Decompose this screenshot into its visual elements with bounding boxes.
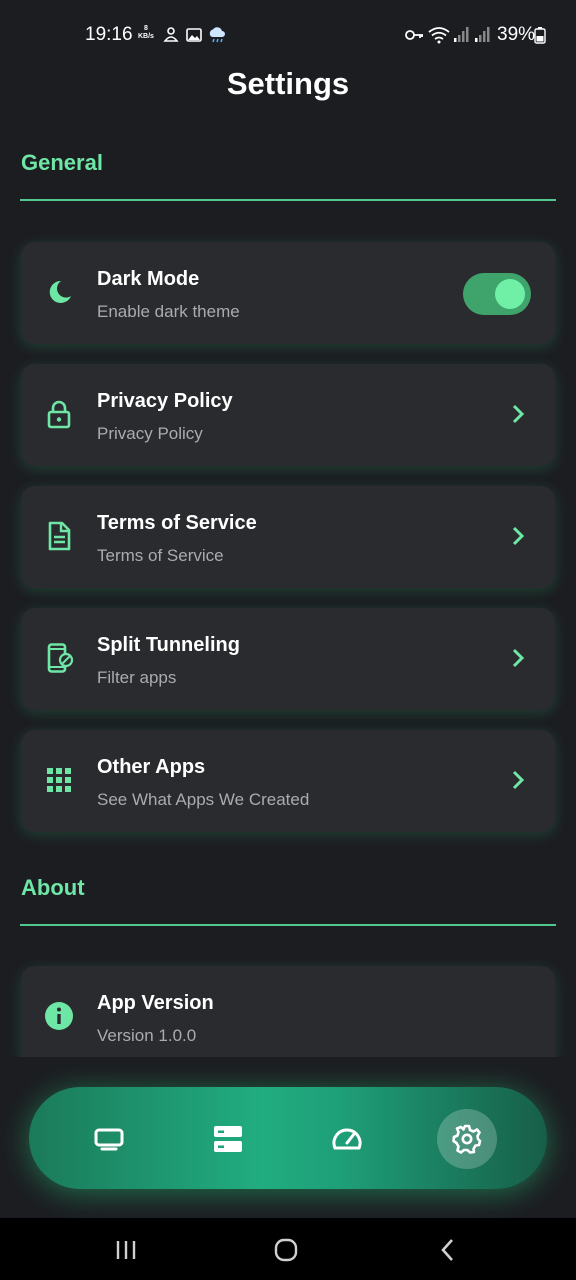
settings-screen: 19:16 8 KB/s 39% Settings General Dark M… xyxy=(0,0,576,1280)
privacy-policy-title: Privacy Policy xyxy=(97,390,233,412)
split-tunneling-subtitle: Filter apps xyxy=(97,668,177,687)
signal-icon xyxy=(454,27,469,42)
moon-icon xyxy=(49,280,71,303)
nav-settings-button[interactable] xyxy=(437,1109,497,1169)
split-tunneling-title: Split Tunneling xyxy=(97,634,240,656)
system-navigation-bar xyxy=(0,1218,576,1280)
section-divider-general xyxy=(20,199,556,201)
app-version-title: App Version xyxy=(97,992,214,1014)
bottom-navigation xyxy=(29,1087,547,1189)
chevron-right-icon xyxy=(512,526,525,546)
toggle-knob xyxy=(495,279,525,309)
status-bar: 19:16 8 KB/s 39% xyxy=(0,0,576,70)
privacy-policy-subtitle: Privacy Policy xyxy=(97,424,203,443)
dark-mode-toggle[interactable] xyxy=(463,273,531,315)
signal-icon-2 xyxy=(475,27,490,42)
dark-mode-title: Dark Mode xyxy=(97,268,200,290)
gallery-icon xyxy=(186,28,202,42)
notification-app-icon xyxy=(163,27,179,42)
status-time: 19:16 xyxy=(85,24,133,45)
grid-icon xyxy=(47,768,71,792)
terms-of-service-title: Terms of Service xyxy=(97,512,257,534)
nav-speedtest-button[interactable] xyxy=(317,1109,377,1169)
home-icon[interactable] xyxy=(272,1236,300,1264)
document-icon xyxy=(48,521,71,551)
page-title: Settings xyxy=(226,66,350,101)
info-icon xyxy=(45,1002,73,1030)
privacy-policy-card[interactable]: Privacy Policy Privacy Policy xyxy=(21,364,555,466)
servers-icon xyxy=(214,1126,242,1152)
section-divider-about xyxy=(20,924,556,926)
vpn-key-icon xyxy=(405,30,423,40)
app-version-card: App Version Version 1.0.0 xyxy=(21,966,555,1068)
chevron-right-icon xyxy=(512,404,525,424)
gear-icon xyxy=(452,1124,482,1154)
network-speed-value: 8 xyxy=(144,25,148,32)
other-apps-subtitle: See What Apps We Created xyxy=(97,790,310,809)
other-apps-title: Other Apps xyxy=(97,756,206,778)
lock-icon xyxy=(47,400,71,429)
terms-of-service-card[interactable]: Terms of Service Terms of Service xyxy=(21,486,555,588)
phone-filter-icon xyxy=(47,643,74,673)
nav-servers-button[interactable] xyxy=(198,1109,258,1169)
section-title-about: About xyxy=(21,875,85,900)
section-title-general: General xyxy=(21,150,103,175)
split-tunneling-card[interactable]: Split Tunneling Filter apps xyxy=(21,608,555,710)
chevron-right-icon xyxy=(512,770,525,790)
network-speed-unit: KB/s xyxy=(138,33,154,40)
app-version-subtitle: Version 1.0.0 xyxy=(97,1026,197,1045)
dark-mode-subtitle: Enable dark theme xyxy=(97,302,240,321)
wifi-icon xyxy=(428,27,450,44)
recent-apps-icon[interactable] xyxy=(112,1236,140,1264)
chevron-right-icon xyxy=(512,648,525,668)
terms-of-service-subtitle: Terms of Service xyxy=(97,546,224,565)
nav-tv-button[interactable] xyxy=(79,1109,139,1169)
dark-mode-card: Dark Mode Enable dark theme xyxy=(21,242,555,344)
battery-percent: 39% xyxy=(497,24,536,45)
back-icon[interactable] xyxy=(434,1236,462,1264)
other-apps-card[interactable]: Other Apps See What Apps We Created xyxy=(21,730,555,832)
speedometer-icon xyxy=(332,1128,362,1150)
network-speed: 8 KB/s xyxy=(138,25,154,41)
tv-icon xyxy=(94,1128,124,1151)
battery-icon xyxy=(534,27,546,44)
weather-icon xyxy=(209,27,225,43)
